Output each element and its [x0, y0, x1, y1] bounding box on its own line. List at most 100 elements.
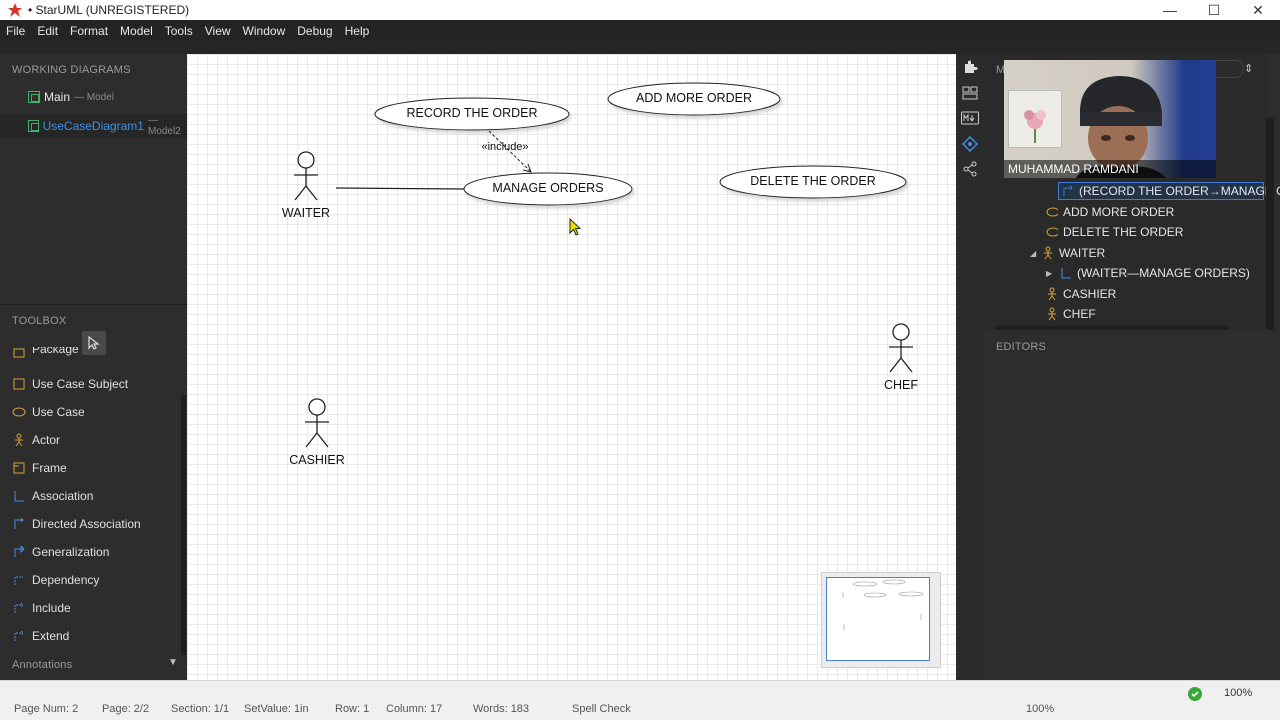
layout-grid-icon[interactable]	[961, 84, 979, 102]
diagram-minimap[interactable]	[821, 572, 941, 668]
tool-label: Use Case Subject	[32, 377, 129, 391]
association-icon	[12, 489, 26, 503]
menu-file[interactable]: File	[6, 24, 25, 38]
tool-association[interactable]: Association	[12, 486, 93, 506]
tool-dependency[interactable]: Dependency	[12, 570, 99, 590]
maximize-button[interactable]: ☐	[1192, 0, 1236, 20]
working-diagram-usecasediagram1[interactable]: UseCaseDiagram1 — Model2	[28, 115, 187, 137]
tree-item-add-more-order[interactable]: ADD MORE ORDER	[1046, 202, 1174, 222]
toolbox-scrollbar[interactable]	[181, 395, 186, 655]
usecase-label-delete: DELETE THE ORDER	[750, 174, 876, 188]
tree-item-include-relation[interactable]: (RECORD THE ORDER→MANAGE ORI	[1062, 181, 1280, 201]
tree-item-label: ADD MORE ORDER	[1063, 205, 1175, 219]
usecase-icon	[12, 405, 26, 419]
chevron-down-icon[interactable]: ◢	[1030, 249, 1042, 258]
usecase-icon	[1046, 206, 1058, 218]
validation-ok-icon[interactable]	[1188, 687, 1202, 701]
status-column: Column: 17	[386, 703, 443, 715]
tree-item-delete-the-order[interactable]: DELETE THE ORDER	[1046, 222, 1183, 242]
window-title: • StarUML (UNREGISTERED)	[28, 3, 190, 17]
working-diagram-sub: — Model2	[147, 115, 181, 137]
chevron-right-icon[interactable]: ▶	[1046, 269, 1060, 278]
markdown-icon[interactable]	[961, 109, 979, 127]
actor-cashier[interactable]	[305, 398, 329, 448]
actor-icon	[1046, 307, 1058, 321]
chevron-down-icon[interactable]: ▼	[168, 657, 178, 668]
editors-heading: EDITORS	[996, 341, 1047, 353]
menu-tools[interactable]: Tools	[165, 24, 193, 38]
menu-model[interactable]: Model	[120, 24, 153, 38]
minimize-button[interactable]: —	[1148, 0, 1192, 20]
working-diagram-label: UseCaseDiagram1	[42, 119, 144, 133]
diagram-canvas[interactable]: RECORD THE ORDER ADD MORE ORDER MANAGE O…	[187, 54, 956, 680]
share-icon[interactable]	[961, 160, 979, 178]
tool-label: Actor	[32, 433, 61, 447]
tree-horizontal-scrollbar[interactable]	[994, 326, 1230, 330]
annotations-heading[interactable]: Annotations	[12, 659, 72, 671]
status-zoom-small[interactable]: 100%	[1026, 703, 1054, 715]
include-icon	[12, 601, 26, 615]
tree-item-waiter-association[interactable]: ▶ (WAITER—MANAGE ORDERS)	[1046, 263, 1250, 283]
tool-label: Include	[32, 601, 71, 615]
usecase-label-add: ADD MORE ORDER	[636, 91, 752, 105]
tool-extend[interactable]: Extend	[12, 626, 69, 646]
tool-label: Frame	[32, 461, 67, 475]
tree-item-label: CASHIER	[1063, 287, 1117, 301]
dependency-icon	[12, 573, 26, 587]
menu-edit[interactable]: Edit	[37, 24, 58, 38]
usecase-icon	[1046, 226, 1058, 238]
tree-item-label: (RECORD THE ORDER→MANAGE ORI	[1079, 184, 1280, 198]
zoom-level[interactable]: 100%	[1224, 687, 1252, 699]
include-stereotype-label: «include»	[481, 141, 529, 153]
toolbox-heading: TOOLBOX	[12, 315, 67, 327]
tree-item-label: DELETE THE ORDER	[1063, 225, 1184, 239]
include-icon	[1062, 185, 1074, 197]
pointer-tool-button[interactable]	[82, 331, 106, 355]
webcam-overlay: MUHAMMAD RAMDANI	[1004, 60, 1216, 178]
webcam-name-label: MUHAMMAD RAMDANI	[1004, 160, 1216, 178]
actor-label-cashier: CASHIER	[289, 453, 345, 467]
package-icon	[12, 347, 26, 359]
tool-label: Directed Association	[32, 517, 141, 531]
tool-include[interactable]: Include	[12, 598, 71, 618]
menu-view[interactable]: View	[205, 24, 231, 38]
tool-generalization[interactable]: Generalization	[12, 542, 109, 562]
title-bar: • StarUML (UNREGISTERED) — ☐ ✕	[0, 0, 1280, 20]
tool-label: Package	[32, 347, 79, 356]
diagram-icon	[28, 120, 39, 132]
close-button[interactable]: ✕	[1236, 0, 1280, 20]
tree-item-waiter[interactable]: ◢ WAITER	[1030, 243, 1105, 263]
actor-icon	[1046, 287, 1058, 301]
toolbox-panel: TOOLBOX Package Use Case Subject Use Cas…	[0, 304, 187, 680]
actor-waiter[interactable]	[294, 151, 318, 201]
working-diagram-main[interactable]: Main — Model	[28, 88, 114, 106]
tool-frame[interactable]: Frame	[12, 458, 67, 478]
status-row: Row: 1	[335, 703, 370, 715]
extensions-puzzle-icon[interactable]	[961, 58, 979, 76]
actor-label-waiter: WAITER	[281, 206, 331, 220]
association-waiter-manage[interactable]	[335, 187, 465, 190]
toolbar-strip	[0, 42, 1280, 54]
tool-actor[interactable]: Actor	[12, 430, 60, 450]
minimap-viewport[interactable]	[826, 577, 930, 661]
extend-icon	[12, 629, 26, 643]
tool-package[interactable]: Package	[12, 347, 79, 359]
navigator-icon[interactable]	[961, 135, 979, 153]
status-spell-check[interactable]: Spell Check	[572, 703, 631, 715]
menu-help[interactable]: Help	[345, 24, 370, 38]
status-setvalue: SetValue: 1in	[244, 703, 309, 715]
menu-debug[interactable]: Debug	[297, 24, 332, 38]
tree-item-chef[interactable]: CHEF	[1046, 304, 1096, 324]
left-panel: WORKING DIAGRAMS Main — Model UseCaseDia…	[0, 54, 187, 680]
sort-updown-icon[interactable]: ⇕	[1244, 62, 1253, 75]
status-section: Section: 1/1	[171, 703, 230, 715]
menu-format[interactable]: Format	[70, 24, 108, 38]
tree-item-cashier[interactable]: CASHIER	[1046, 284, 1116, 304]
tool-use-case-subject[interactable]: Use Case Subject	[12, 374, 128, 394]
tool-use-case[interactable]: Use Case	[12, 402, 85, 422]
menu-window[interactable]: Window	[243, 24, 286, 38]
model-explorer: M ⇕ MUHAMMAD RAMDANI (RECORD THE ORDER→M…	[984, 54, 1280, 330]
tool-directed-association[interactable]: Directed Association	[12, 514, 141, 534]
actor-chef[interactable]	[889, 323, 913, 373]
tree-vertical-scrollbar[interactable]	[1266, 118, 1274, 330]
